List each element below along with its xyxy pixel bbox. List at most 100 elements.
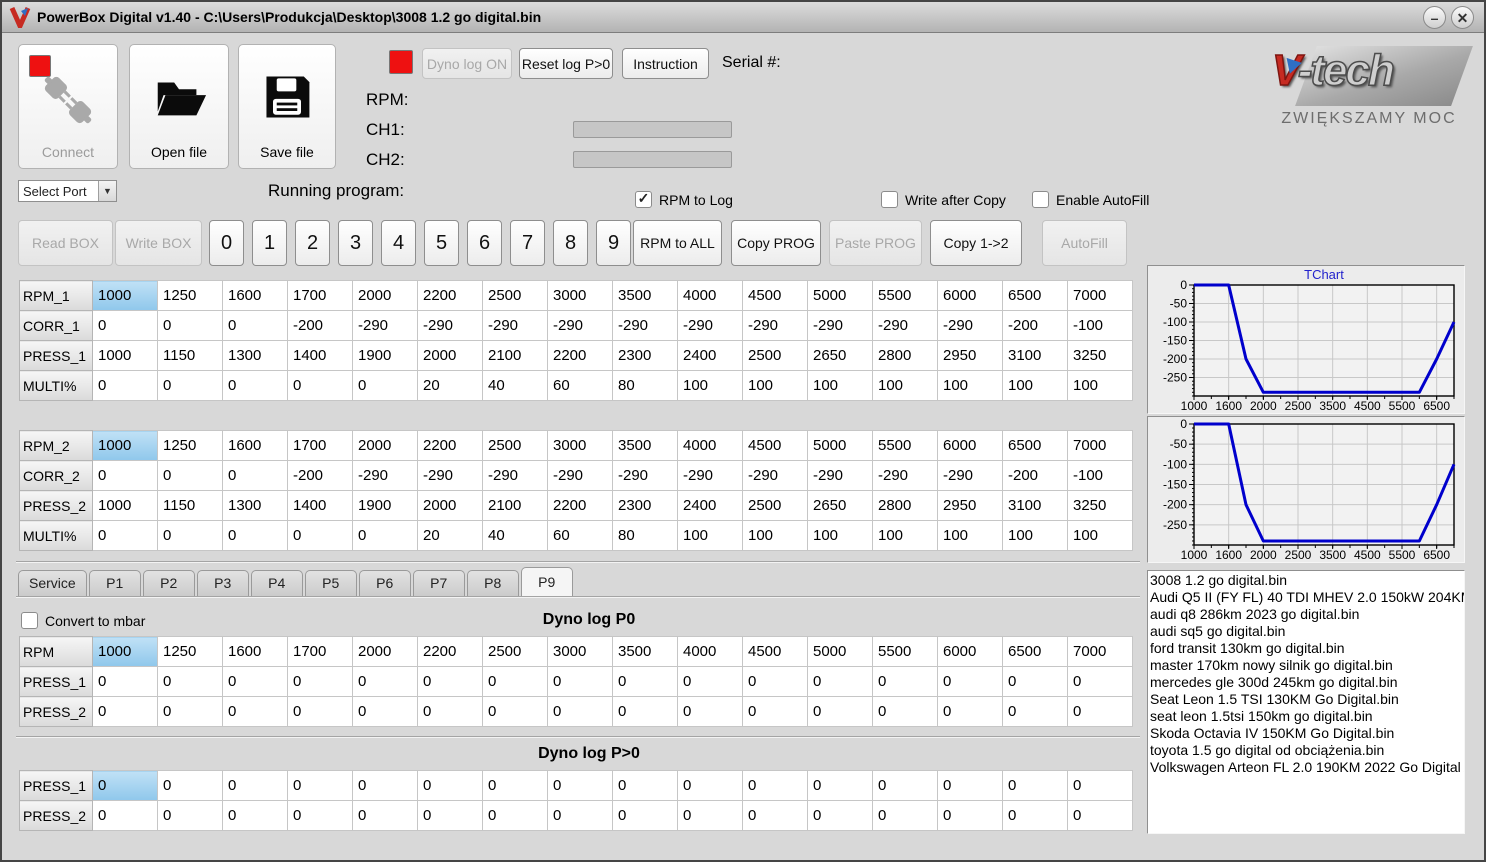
grid-cell[interactable]: 0: [612, 800, 678, 831]
grid-cell[interactable]: 0: [222, 310, 288, 341]
grid-cell[interactable]: 2500: [742, 490, 808, 521]
grid-cell[interactable]: 1250: [157, 280, 223, 311]
grid-cell[interactable]: 0: [222, 666, 288, 697]
program-number-button-5[interactable]: 5: [424, 220, 459, 266]
select-port-dropdown[interactable]: Select Port ▼: [18, 180, 117, 202]
grid-cell[interactable]: -290: [482, 310, 548, 341]
read-box-button[interactable]: Read BOX: [18, 220, 113, 266]
grid-cell[interactable]: 2200: [417, 430, 483, 461]
grid-cell[interactable]: 1150: [157, 340, 223, 371]
grid-cell[interactable]: 2200: [547, 340, 613, 371]
grid-cell[interactable]: 3000: [547, 280, 613, 311]
grid-cell[interactable]: 0: [872, 666, 938, 697]
grid-cell[interactable]: 4500: [742, 636, 808, 667]
grid-cell[interactable]: -290: [547, 460, 613, 491]
grid-cell[interactable]: 3250: [1067, 340, 1133, 371]
grid-cell[interactable]: 5500: [872, 280, 938, 311]
grid-cell[interactable]: 0: [677, 800, 743, 831]
grid-cell[interactable]: 0: [937, 696, 1003, 727]
grid-cell[interactable]: 1600: [222, 636, 288, 667]
grid-cell[interactable]: 2000: [417, 340, 483, 371]
grid-cell[interactable]: 3500: [612, 636, 678, 667]
grid-cell[interactable]: 5000: [807, 280, 873, 311]
grid-cell[interactable]: 3100: [1002, 340, 1068, 371]
grid-cell[interactable]: 6000: [937, 636, 1003, 667]
grid-cell[interactable]: 0: [612, 770, 678, 801]
grid-cell[interactable]: 2200: [417, 636, 483, 667]
autofill-button[interactable]: AutoFill: [1042, 220, 1127, 266]
grid-cell[interactable]: 0: [807, 696, 873, 727]
grid-cell[interactable]: 0: [92, 310, 158, 341]
grid-cell[interactable]: 0: [287, 770, 353, 801]
grid-cell[interactable]: 6500: [1002, 280, 1068, 311]
grid-cell[interactable]: 1150: [157, 490, 223, 521]
grid-cell[interactable]: 3100: [1002, 490, 1068, 521]
grid-cell[interactable]: 2500: [482, 636, 548, 667]
grid-cell[interactable]: -290: [937, 310, 1003, 341]
grid-cell[interactable]: 1900: [352, 490, 418, 521]
checkbox-icon[interactable]: ✓: [635, 190, 652, 208]
dropdown-arrow-icon[interactable]: ▼: [98, 181, 116, 201]
grid-cell[interactable]: 1000: [92, 490, 158, 521]
grid-cell[interactable]: 1900: [352, 340, 418, 371]
grid-cell[interactable]: 2650: [807, 490, 873, 521]
grid-cell[interactable]: 0: [352, 800, 418, 831]
grid-cell[interactable]: 2000: [352, 636, 418, 667]
grid-cell[interactable]: 0: [1002, 770, 1068, 801]
program-number-button-8[interactable]: 8: [553, 220, 588, 266]
grid-cell[interactable]: 0: [612, 666, 678, 697]
grid-cell[interactable]: 0: [222, 370, 288, 401]
grid-cell[interactable]: 1000: [92, 340, 158, 371]
grid-cell[interactable]: 1000: [92, 636, 158, 667]
grid-cell[interactable]: -290: [417, 460, 483, 491]
checkbox-icon[interactable]: ✓: [881, 191, 898, 208]
grid-cell[interactable]: 0: [482, 666, 548, 697]
grid-cell[interactable]: 60: [547, 520, 613, 551]
grid-cell[interactable]: 0: [482, 696, 548, 727]
file-list-item[interactable]: mercedes gle 300d 245km go digital.bin: [1150, 674, 1464, 691]
grid-cell[interactable]: 4000: [677, 636, 743, 667]
grid-cell[interactable]: 0: [157, 696, 223, 727]
file-list-item[interactable]: ford transit 130km go digital.bin: [1150, 640, 1464, 657]
rpm-to-all-button[interactable]: RPM to ALL: [633, 220, 722, 266]
grid-cell[interactable]: 0: [417, 770, 483, 801]
tab-p5[interactable]: P5: [304, 570, 357, 596]
grid-cell[interactable]: 0: [92, 370, 158, 401]
grid-cell[interactable]: 0: [807, 666, 873, 697]
grid-cell[interactable]: -290: [677, 460, 743, 491]
grid-cell[interactable]: 1600: [222, 280, 288, 311]
grid-cell[interactable]: -290: [872, 460, 938, 491]
program-number-button-0[interactable]: 0: [209, 220, 244, 266]
checkbox-rpm-to-log[interactable]: ✓ RPM to Log: [635, 190, 733, 208]
grid-cell[interactable]: 0: [807, 770, 873, 801]
write-box-button[interactable]: Write BOX: [115, 220, 202, 266]
grid-cell[interactable]: 100: [677, 370, 743, 401]
grid-cell[interactable]: 5000: [807, 636, 873, 667]
program-number-button-6[interactable]: 6: [467, 220, 502, 266]
file-list-item[interactable]: 3008 1.2 go digital.bin: [1150, 572, 1464, 589]
grid-cell[interactable]: 0: [222, 460, 288, 491]
grid-cell[interactable]: 2650: [807, 340, 873, 371]
grid-cell[interactable]: 2000: [417, 490, 483, 521]
grid-cell[interactable]: 0: [677, 696, 743, 727]
minimize-button[interactable]: –: [1423, 6, 1446, 29]
grid-cell[interactable]: 0: [872, 800, 938, 831]
grid-cell[interactable]: -100: [1067, 460, 1133, 491]
grid-cell[interactable]: -200: [1002, 310, 1068, 341]
grid-cell[interactable]: -290: [807, 310, 873, 341]
connect-button[interactable]: Connect: [18, 44, 118, 169]
grid-cell[interactable]: 0: [1067, 696, 1133, 727]
grid-cell[interactable]: 5000: [807, 430, 873, 461]
program-number-button-3[interactable]: 3: [338, 220, 373, 266]
grid-cell[interactable]: 5500: [872, 430, 938, 461]
grid-cell[interactable]: 0: [157, 770, 223, 801]
file-list-item[interactable]: Skoda Octavia IV 150KM Go Digital.bin: [1150, 725, 1464, 742]
grid-cell[interactable]: -290: [612, 460, 678, 491]
grid-cell[interactable]: 0: [287, 370, 353, 401]
grid-cell[interactable]: 0: [742, 696, 808, 727]
grid-cell[interactable]: 2000: [352, 280, 418, 311]
grid-cell[interactable]: 0: [1067, 770, 1133, 801]
grid-cell[interactable]: 0: [417, 696, 483, 727]
grid-cell[interactable]: 3500: [612, 280, 678, 311]
grid-cell[interactable]: 0: [1067, 666, 1133, 697]
